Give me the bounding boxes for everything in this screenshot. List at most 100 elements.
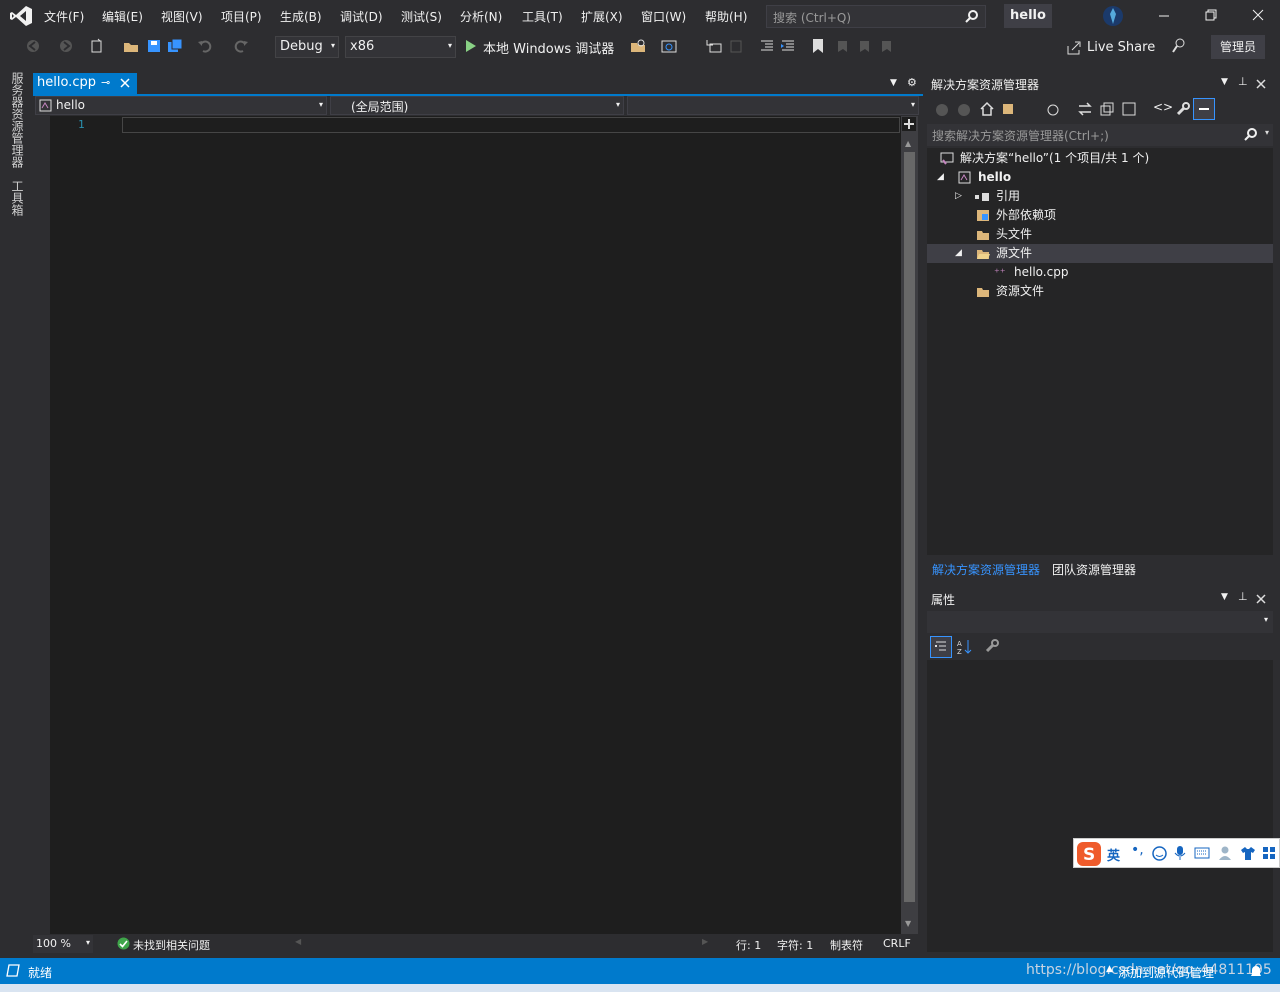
prev-bookmark-icon[interactable] bbox=[833, 38, 849, 54]
ime-toolbar[interactable]: S 英 •, bbox=[1073, 838, 1280, 868]
member-nav-dropdown[interactable]: ▾ bbox=[627, 96, 919, 115]
scope-nav-dropdown[interactable]: (全局范围) ▾ bbox=[330, 96, 624, 115]
scroll-down-icon[interactable]: ▼ bbox=[905, 919, 911, 928]
col-indicator[interactable]: 字符: 1 bbox=[777, 937, 813, 953]
punctuation-icon[interactable]: •, bbox=[1131, 842, 1144, 858]
platform-dropdown[interactable]: x86 ▾ bbox=[345, 36, 456, 58]
chevron-down-icon[interactable]: ▾ bbox=[1265, 128, 1269, 137]
search-icon[interactable] bbox=[965, 9, 979, 23]
solution-search-input[interactable]: 搜索解决方案资源管理器(Ctrl+;) ▾ bbox=[927, 124, 1273, 146]
menu-file[interactable]: 文件(F) bbox=[44, 8, 84, 25]
delete-all-icon[interactable] bbox=[728, 38, 744, 54]
property-pages-wrench-icon[interactable] bbox=[984, 638, 1000, 654]
bookmark-icon[interactable] bbox=[810, 38, 826, 54]
tab-dropdown-chevron-icon[interactable]: ▼ bbox=[890, 78, 897, 88]
open-file-icon[interactable] bbox=[123, 38, 139, 54]
eol-indicator[interactable]: CRLF bbox=[883, 937, 911, 950]
next-bookmark-icon[interactable] bbox=[855, 38, 871, 54]
settings-gear-icon[interactable]: ⚙ bbox=[907, 76, 917, 89]
menu-test[interactable]: 测试(S) bbox=[401, 8, 442, 25]
preview-selected-icon[interactable] bbox=[1193, 98, 1215, 120]
forward-icon[interactable] bbox=[957, 103, 971, 117]
menu-window[interactable]: 窗口(W) bbox=[641, 8, 686, 25]
issues-label[interactable]: 未找到相关问题 bbox=[133, 937, 210, 953]
navigate-back-icon[interactable] bbox=[25, 38, 41, 54]
menu-view[interactable]: 视图(V) bbox=[161, 8, 203, 25]
view-code-icon[interactable]: <> bbox=[1153, 100, 1173, 114]
keyboard-icon[interactable] bbox=[1194, 847, 1210, 859]
code-editor[interactable] bbox=[33, 116, 901, 934]
collapsed-arrow-icon[interactable]: ▷ bbox=[955, 187, 962, 206]
properties-wrench-icon[interactable] bbox=[1175, 101, 1191, 117]
hscroll-left-icon[interactable]: ◀ bbox=[295, 937, 301, 946]
vertical-scrollbar[interactable]: ▲ ▼ bbox=[901, 116, 918, 934]
find-in-files-icon[interactable] bbox=[630, 38, 646, 54]
panel-menu-chevron-icon[interactable]: ▼ bbox=[1221, 592, 1228, 602]
menu-help[interactable]: 帮助(H) bbox=[705, 8, 747, 25]
menu-build[interactable]: 生成(B) bbox=[280, 8, 322, 25]
navigate-forward-icon[interactable] bbox=[58, 38, 74, 54]
tab-hello-cpp[interactable]: hello.cpp ⊸ bbox=[33, 73, 137, 94]
microphone-icon[interactable] bbox=[1174, 845, 1186, 861]
pin-icon[interactable]: ⊸ bbox=[101, 76, 110, 89]
close-panel-icon[interactable] bbox=[1256, 79, 1266, 89]
tree-item-resource-files[interactable]: 资源文件 bbox=[927, 282, 1273, 301]
project-nav-dropdown[interactable]: hello ▾ bbox=[35, 96, 327, 115]
server-explorer-tab[interactable]: 服务器资源管理器 bbox=[9, 72, 26, 168]
expanded-arrow-icon[interactable]: ◢ bbox=[955, 244, 962, 263]
redo-icon[interactable] bbox=[233, 38, 249, 54]
menu-tools[interactable]: 工具(T) bbox=[522, 8, 563, 25]
menu-debug[interactable]: 调试(D) bbox=[340, 8, 383, 25]
tab-team-explorer[interactable]: 团队资源管理器 bbox=[1052, 561, 1136, 578]
categorized-icon[interactable] bbox=[930, 636, 952, 658]
account-avatar-icon[interactable] bbox=[1102, 5, 1124, 27]
tree-item-source-files[interactable]: ◢ 源文件 bbox=[927, 244, 1273, 263]
properties-object-dropdown[interactable]: ▾ bbox=[927, 611, 1273, 633]
toolbox-grid-icon[interactable] bbox=[1262, 846, 1276, 860]
quick-launch-search[interactable]: 搜索 (Ctrl+Q) bbox=[766, 5, 986, 28]
add-to-source-control[interactable]: 添加到源代码管理 bbox=[1118, 964, 1214, 981]
scroll-thumb[interactable] bbox=[904, 152, 915, 902]
minimize-icon[interactable] bbox=[1158, 8, 1170, 22]
tree-item-hello-cpp[interactable]: ⁺⁺ hello.cpp bbox=[927, 263, 1273, 282]
restore-icon[interactable] bbox=[1205, 9, 1217, 21]
hscroll-right-icon[interactable]: ▶ bbox=[702, 937, 708, 946]
home-icon[interactable] bbox=[979, 101, 995, 117]
emoji-icon[interactable] bbox=[1152, 846, 1167, 861]
tree-item-solution[interactable]: 解决方案“hello”(1 个项目/共 1 个) bbox=[927, 149, 1273, 168]
save-icon[interactable] bbox=[146, 38, 162, 54]
show-all-files-icon[interactable] bbox=[1121, 101, 1137, 117]
close-window-icon[interactable] bbox=[1252, 9, 1264, 21]
menu-project[interactable]: 项目(P) bbox=[221, 8, 262, 25]
pin-icon[interactable]: ⊥ bbox=[1238, 590, 1248, 603]
pin-icon[interactable]: ⊥ bbox=[1238, 75, 1248, 88]
close-panel-icon[interactable] bbox=[1256, 594, 1266, 604]
tree-item-references[interactable]: ▷ 引用 bbox=[927, 187, 1273, 206]
feedback-icon[interactable] bbox=[1171, 38, 1187, 54]
collapse-all-icon[interactable] bbox=[1099, 101, 1115, 117]
notifications-bell-icon[interactable] bbox=[1250, 964, 1262, 978]
split-icon[interactable] bbox=[902, 117, 916, 131]
search-icon[interactable] bbox=[1244, 128, 1257, 141]
tree-item-project[interactable]: ◢ hello bbox=[927, 168, 1273, 187]
outdent-icon[interactable] bbox=[759, 38, 775, 54]
skin-shirt-icon[interactable] bbox=[1240, 846, 1256, 861]
toolbox-tab[interactable]: 工具箱 bbox=[9, 180, 26, 216]
new-project-icon[interactable] bbox=[89, 38, 105, 54]
pending-changes-icon[interactable] bbox=[1045, 101, 1061, 117]
indent-icon[interactable] bbox=[780, 38, 796, 54]
panel-menu-chevron-icon[interactable]: ▼ bbox=[1221, 77, 1228, 87]
tree-item-header-files[interactable]: 头文件 bbox=[927, 225, 1273, 244]
zoom-dropdown[interactable]: 100 % ▾ bbox=[33, 935, 93, 953]
tab-mode-indicator[interactable]: 制表符 bbox=[830, 937, 863, 953]
output-window-icon[interactable] bbox=[6, 964, 20, 977]
save-all-icon[interactable] bbox=[167, 38, 183, 54]
undo-icon[interactable] bbox=[197, 38, 213, 54]
menu-edit[interactable]: 编辑(E) bbox=[102, 8, 143, 25]
expanded-arrow-icon[interactable]: ◢ bbox=[937, 168, 944, 187]
menu-extensions[interactable]: 扩展(X) bbox=[581, 8, 623, 25]
clear-bookmarks-icon[interactable] bbox=[877, 38, 893, 54]
sync-icon[interactable] bbox=[1077, 101, 1093, 117]
tree-item-external-deps[interactable]: 外部依赖项 bbox=[927, 206, 1273, 225]
close-tab-icon[interactable] bbox=[120, 78, 130, 88]
